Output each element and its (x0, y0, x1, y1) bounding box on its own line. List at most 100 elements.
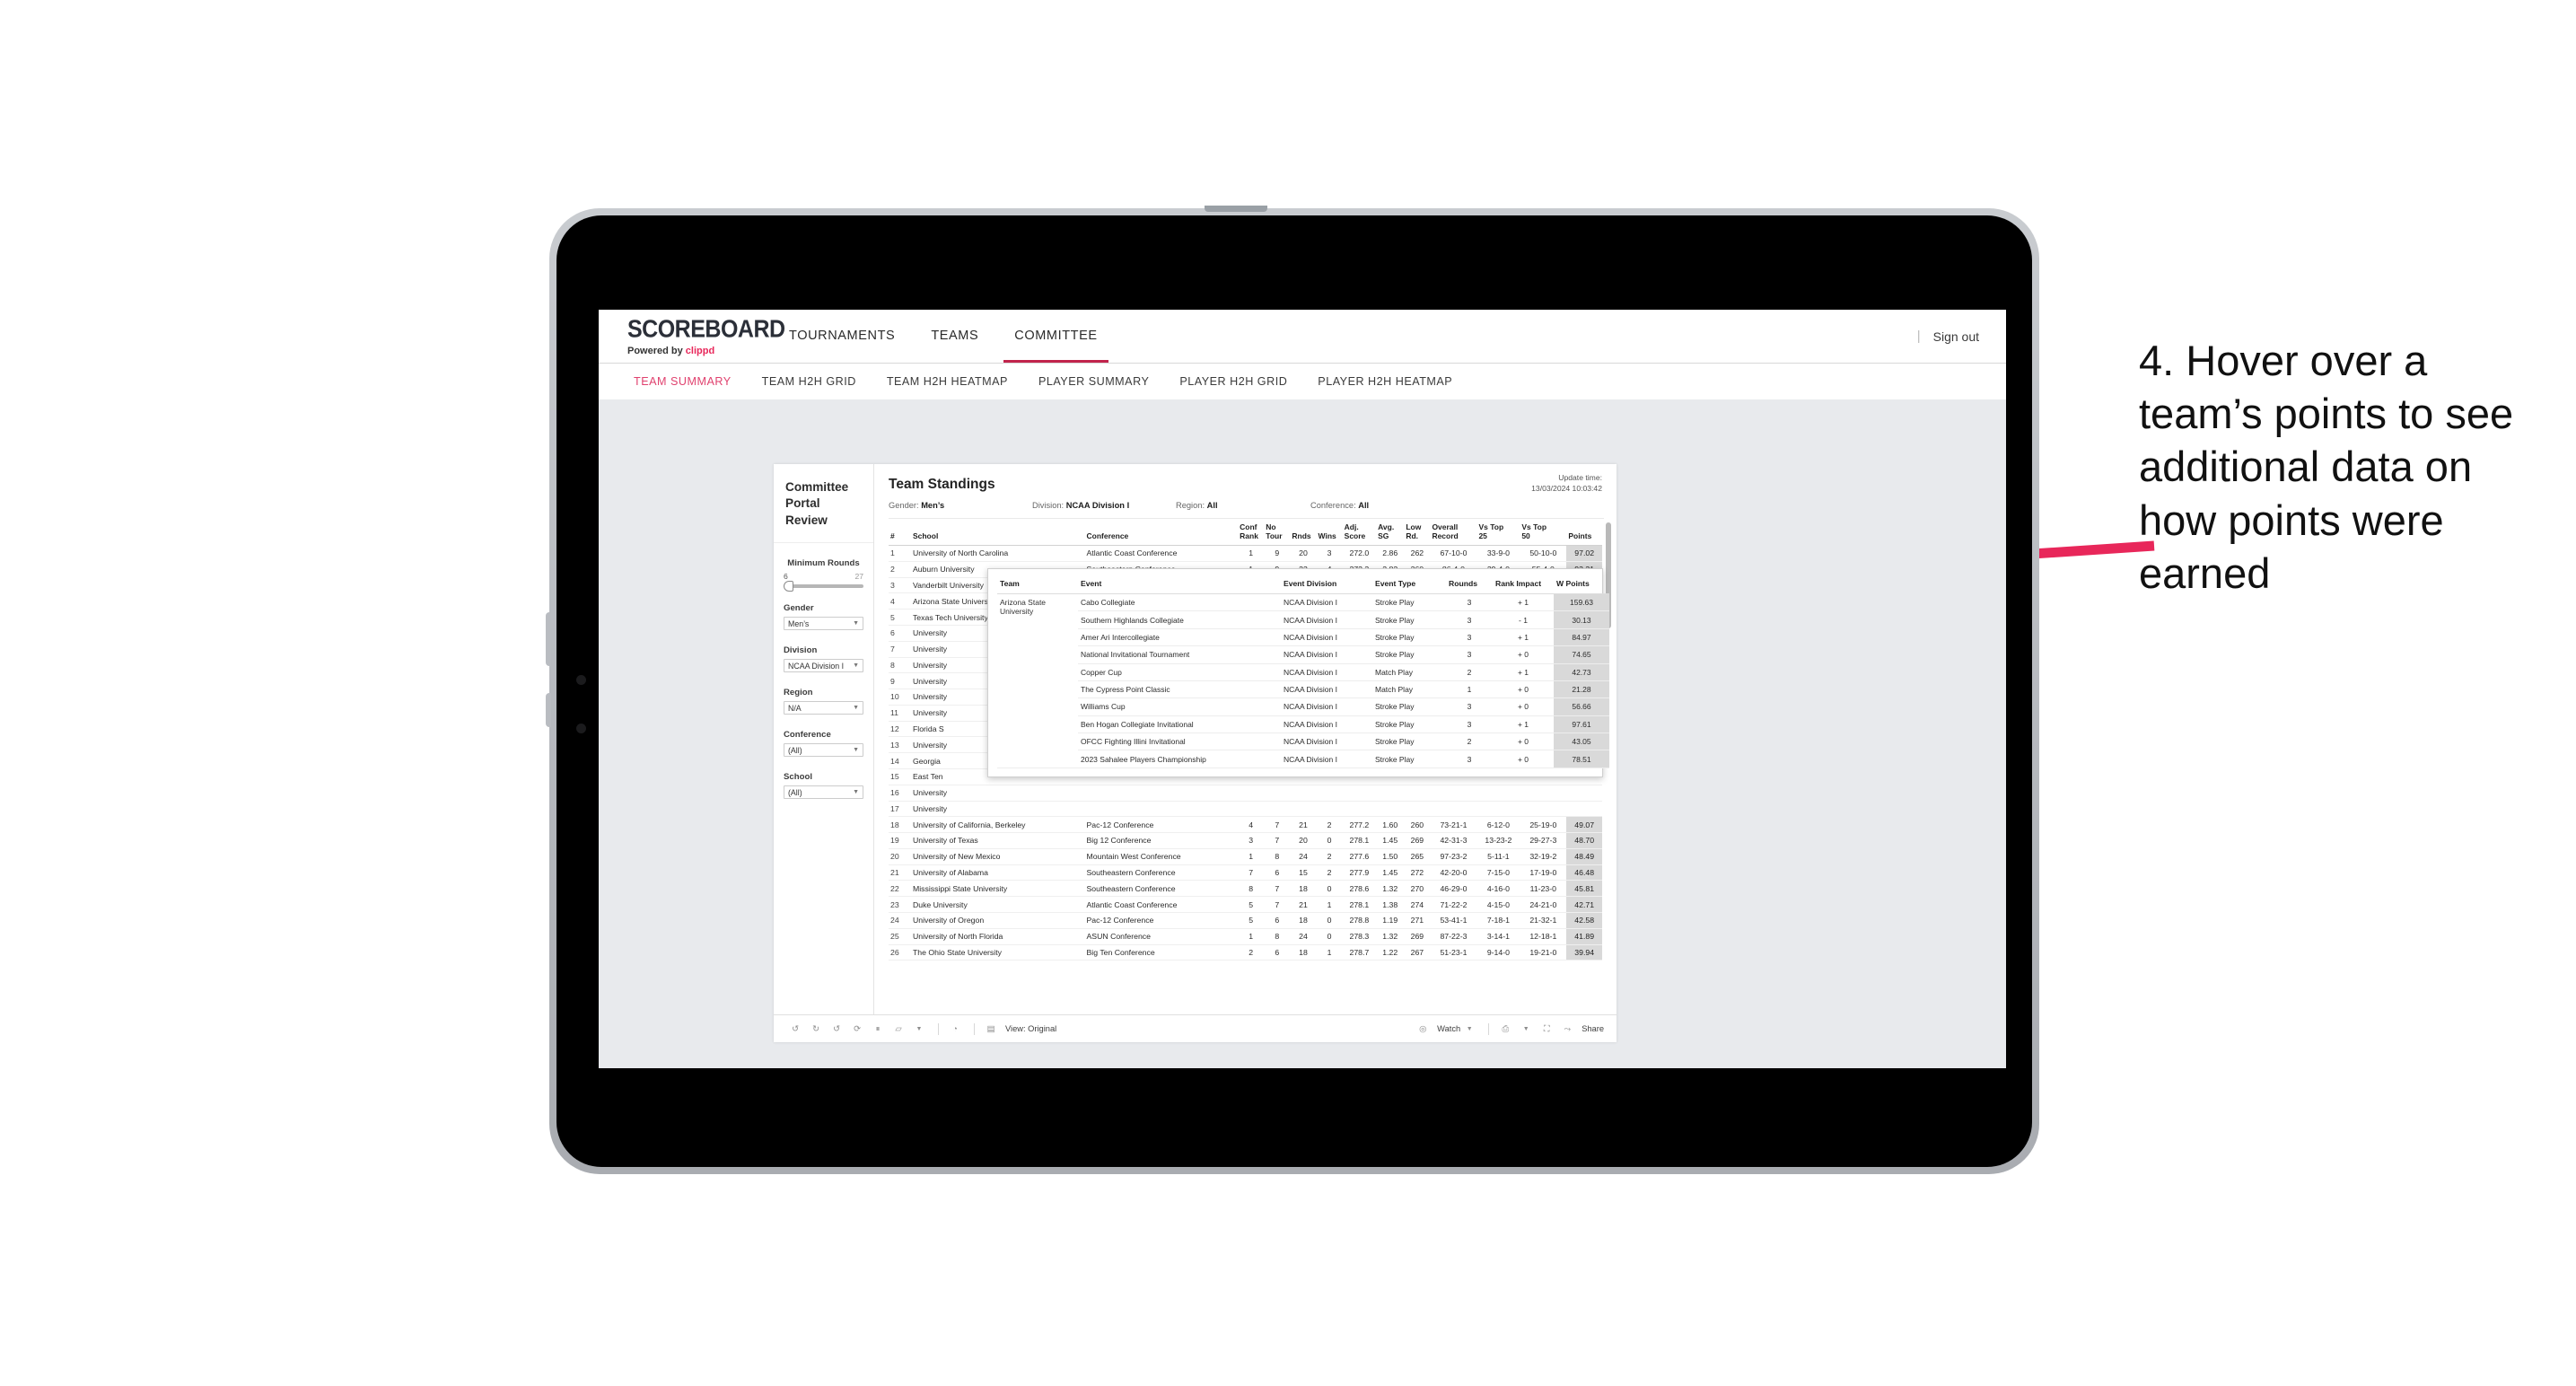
tab-team-summary[interactable]: TEAM SUMMARY (618, 375, 747, 388)
cell-points[interactable]: 48.70 (1566, 832, 1602, 849)
cell-points[interactable] (1566, 801, 1602, 818)
tooltip-cell-event-type: Stroke Play (1372, 750, 1446, 768)
pause-updates-icon[interactable]: ⏸ (869, 1020, 887, 1038)
nav-item-teams[interactable]: TEAMS (913, 310, 996, 363)
refresh-icon[interactable]: ⟳ (848, 1020, 866, 1038)
col-rank[interactable]: # (889, 519, 911, 547)
cell-conf-rank (1238, 801, 1265, 818)
nav-item-committee[interactable]: COMMITTEE (996, 310, 1115, 363)
conference-select[interactable]: (All) ▼ (784, 743, 863, 758)
cell-points[interactable]: 42.58 (1566, 912, 1602, 929)
col-adj-score[interactable]: Adj. Score (1342, 519, 1377, 547)
table-row[interactable]: 20 University of New Mexico Mountain West … (889, 848, 1602, 865)
watch-label[interactable]: Watch (1437, 1024, 1460, 1033)
table-row[interactable]: 25 University of North Florida ASUN Confer… (889, 928, 1602, 945)
revert-icon[interactable]: ↺ (828, 1020, 846, 1038)
volume-down-button[interactable] (546, 693, 551, 727)
tooltip-cell-event-division: NCAA Division I (1281, 610, 1372, 629)
table-row[interactable]: 24 University of Oregon Pac-12 Conference 5… (889, 912, 1602, 929)
school-select[interactable]: (All) ▼ (784, 785, 863, 800)
cell-points[interactable]: 42.71 (1566, 896, 1602, 913)
table-row[interactable]: 22 Mississippi State University Southeaste… (889, 880, 1602, 898)
cell-points[interactable]: 49.07 (1566, 816, 1602, 834)
cell-rank: 25 (889, 928, 911, 945)
cell-conf-rank: 1 (1238, 848, 1265, 865)
table-row[interactable]: 17 University (889, 801, 1602, 818)
table-row[interactable]: 18 University of California, Berkeley Pac-… (889, 816, 1602, 834)
tab-player-h2h-heatmap[interactable]: PLAYER H2H HEATMAP (1302, 375, 1468, 388)
brand-logo[interactable]: SCOREBOARD Powered by clippd (627, 316, 785, 356)
cell-rank: 2 (889, 561, 911, 578)
undo-icon[interactable]: ↺ (786, 1020, 804, 1038)
minimum-rounds-slider[interactable] (784, 581, 863, 592)
chevron-down-icon[interactable]: ▼ (1517, 1020, 1535, 1038)
tooltip-cell-rank-impact: + 0 (1493, 750, 1554, 768)
cell-vs-top-25 (1476, 801, 1520, 818)
col-low-rd[interactable]: Low Rd. (1404, 519, 1431, 547)
col-no-tour[interactable]: No Tour (1264, 519, 1291, 547)
cell-points[interactable]: 45.81 (1566, 880, 1602, 898)
tooltip-cell-rank-impact: - 1 (1493, 610, 1554, 629)
cell-adj-score: 277.2 (1342, 816, 1377, 834)
watch-icon[interactable]: ◎ (1414, 1020, 1432, 1038)
sign-out-link[interactable]: Sign out (1933, 329, 1979, 344)
view-icon[interactable]: ▤ (982, 1020, 1000, 1038)
fullscreen-icon[interactable]: ⛶ (1538, 1020, 1555, 1038)
col-avg-sg[interactable]: Avg. SG (1376, 519, 1405, 547)
cell-overall-record: 97-23-2 (1430, 848, 1477, 865)
nav-item-tournaments[interactable]: TOURNAMENTS (771, 310, 913, 363)
col-points[interactable]: Points (1566, 519, 1602, 547)
tooltip-row: OFCC Fighting Illini Invitational NCAA Di… (997, 732, 1609, 751)
col-vs-top-25[interactable]: Vs Top 25 (1476, 519, 1520, 547)
cell-vs-top-25: 4-15-0 (1476, 896, 1520, 913)
cell-points[interactable]: 39.94 (1566, 944, 1602, 961)
table-row[interactable]: 26 The Ohio State University Big Ten Confe… (889, 944, 1602, 961)
table-row[interactable]: 19 University of Texas Big 12 Conference 3 7… (889, 832, 1602, 849)
cell-wins: 1 (1316, 896, 1343, 913)
chevron-down-icon[interactable]: ▼ (1460, 1020, 1478, 1038)
share-icon[interactable]: ⤳ (1558, 1020, 1576, 1038)
chevron-down-icon[interactable]: ▼ (910, 1020, 928, 1038)
col-wins[interactable]: Wins (1316, 519, 1343, 547)
col-school[interactable]: School (910, 519, 1085, 547)
power-button[interactable] (1205, 206, 1267, 212)
tab-team-h2h-heatmap[interactable]: TEAM H2H HEATMAP (872, 375, 1023, 388)
col-vs-top-50[interactable]: Vs Top 50 (1520, 519, 1567, 547)
col-rnds[interactable]: Rnds (1290, 519, 1317, 547)
cell-rank: 6 (889, 625, 911, 642)
cell-low-rd (1404, 801, 1431, 818)
col-conf-rank[interactable]: Conf Rank (1238, 519, 1265, 547)
cell-points[interactable]: 46.48 (1566, 864, 1602, 882)
tooltip-cell-event-type: Stroke Play (1372, 732, 1446, 751)
cell-conference: Southeastern Conference (1084, 864, 1239, 882)
tab-player-summary[interactable]: PLAYER SUMMARY (1023, 375, 1164, 388)
cell-points[interactable]: 41.89 (1566, 928, 1602, 945)
tab-player-h2h-grid[interactable]: PLAYER H2H GRID (1164, 375, 1302, 388)
gender-select[interactable]: Men’s ▼ (784, 617, 863, 631)
alerts-icon[interactable]: ▱ (889, 1020, 907, 1038)
custom-views-icon[interactable]: ◔ (946, 1020, 964, 1038)
table-row[interactable]: 1 University of North Carolina Atlantic Co… (889, 545, 1602, 562)
table-row[interactable]: 21 University of Alabama Southeastern Conf… (889, 864, 1602, 882)
cell-rnds: 18 (1290, 912, 1317, 929)
division-select[interactable]: NCAA Division I ▼ (784, 659, 863, 673)
share-label[interactable]: Share (1582, 1024, 1604, 1033)
cell-vs-top-25: 3-14-1 (1476, 928, 1520, 945)
col-conference[interactable]: Conference (1084, 519, 1239, 547)
volume-up-button[interactable] (546, 612, 551, 666)
download-icon[interactable]: ⎙ (1496, 1020, 1514, 1038)
cell-points[interactable]: 97.02 (1566, 545, 1602, 562)
view-label[interactable]: View: Original (1005, 1024, 1056, 1033)
cell-points[interactable]: 48.49 (1566, 848, 1602, 865)
region-select[interactable]: N/A ▼ (784, 701, 863, 715)
tooltip-cell-event: Southern Highlands Collegiate (1078, 610, 1281, 629)
cell-points[interactable] (1566, 785, 1602, 802)
tab-team-h2h-grid[interactable]: TEAM H2H GRID (747, 375, 872, 388)
redo-icon[interactable]: ↻ (807, 1020, 825, 1038)
col-overall-record[interactable]: Overall Record (1430, 519, 1477, 547)
table-row[interactable]: 23 Duke University Atlantic Coast Conferen… (889, 896, 1602, 913)
sensor-icon (576, 724, 586, 733)
table-row[interactable]: 16 University (889, 785, 1602, 802)
cell-rank: 24 (889, 912, 911, 929)
slider-handle[interactable] (784, 581, 793, 592)
